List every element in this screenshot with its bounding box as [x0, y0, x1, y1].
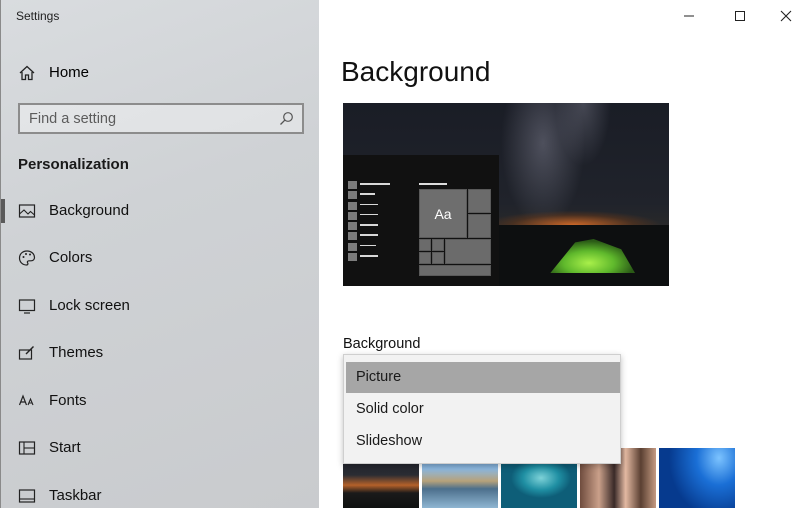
search-icon[interactable]	[279, 111, 294, 126]
sidebar-item-start[interactable]: Start	[1, 428, 320, 468]
themes-icon	[18, 346, 34, 360]
home-label: Home	[49, 64, 90, 81]
home-icon	[19, 65, 35, 81]
sidebar-item-themes[interactable]: Themes	[1, 333, 320, 373]
sidebar-item-colors[interactable]: Colors	[1, 238, 320, 278]
dropdown-option-label: Solid color	[356, 401, 424, 417]
dropdown-option-label: Picture	[356, 369, 402, 385]
preview-tile	[419, 252, 431, 264]
minimize-icon	[684, 15, 694, 17]
sidebar-item-label: Themes	[49, 344, 104, 361]
sidebar-item-taskbar[interactable]: Taskbar	[1, 476, 320, 508]
dropdown-option-slideshow[interactable]: Slideshow	[346, 426, 620, 457]
preview-tile	[445, 239, 491, 264]
fonts-icon	[18, 394, 34, 406]
close-button[interactable]	[763, 0, 800, 32]
sidebar-item-label: Fonts	[49, 392, 87, 409]
preview-tile	[468, 214, 491, 238]
preview-tile	[432, 252, 444, 264]
settings-sidebar: Settings Home Find a setting Personaliza…	[0, 0, 319, 508]
taskbar-icon	[18, 489, 36, 503]
section-title: Personalization	[18, 156, 129, 173]
search-placeholder: Find a setting	[29, 111, 117, 127]
background-type-label: Background	[343, 336, 421, 352]
preview-tile	[419, 239, 431, 251]
preview-tile-aa: Aa	[419, 189, 467, 238]
app-title: Settings	[16, 9, 60, 23]
preview-tile	[419, 265, 491, 276]
preview-start-lines	[360, 183, 390, 265]
preview-start-menu: Aa	[343, 155, 499, 286]
search-input[interactable]: Find a setting	[18, 103, 304, 134]
maximize-icon	[735, 11, 745, 21]
sidebar-item-label: Taskbar	[49, 487, 102, 504]
sidebar-item-label: Lock screen	[49, 297, 130, 314]
sidebar-item-label: Start	[49, 439, 81, 456]
close-icon	[780, 10, 792, 22]
sidebar-item-label: Background	[49, 202, 130, 219]
background-type-dropdown[interactable]: Picture Solid color Slideshow	[343, 354, 621, 464]
main-pane: Background Aa Background Picture Solid c…	[319, 0, 800, 508]
minimize-button[interactable]	[666, 0, 712, 32]
sidebar-item-lock-screen[interactable]: Lock screen	[1, 286, 320, 326]
page-title: Background	[341, 56, 491, 87]
background-preview: Aa	[343, 103, 669, 286]
preview-start-rail	[348, 181, 357, 263]
preview-start-header-line	[419, 183, 447, 185]
recent-picture-thumbnail[interactable]	[659, 448, 735, 508]
sidebar-item-label: Colors	[49, 249, 93, 266]
dropdown-option-solid-color[interactable]: Solid color	[346, 394, 620, 425]
palette-icon	[18, 250, 36, 266]
preview-tile	[432, 239, 444, 251]
sidebar-item-fonts[interactable]: Fonts	[1, 381, 320, 421]
home-nav-item[interactable]: Home	[1, 56, 320, 90]
maximize-button[interactable]	[717, 0, 763, 32]
lock-screen-icon	[18, 299, 36, 314]
dropdown-option-label: Slideshow	[356, 433, 423, 449]
sidebar-item-background[interactable]: Background	[1, 191, 320, 231]
dropdown-option-picture[interactable]: Picture	[346, 362, 620, 393]
picture-icon	[18, 204, 36, 218]
start-icon	[18, 441, 36, 455]
preview-tile	[468, 189, 491, 213]
